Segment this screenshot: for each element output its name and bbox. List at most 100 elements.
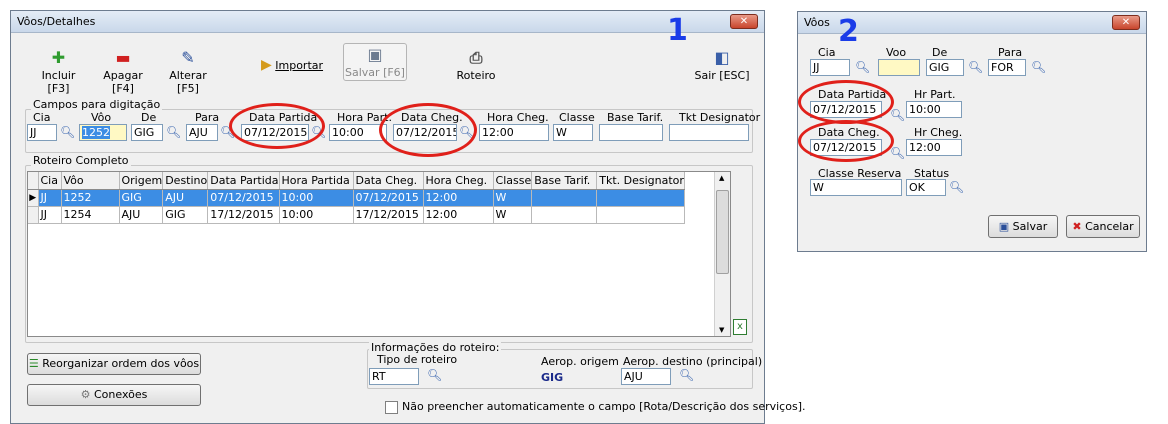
cia-input[interactable]: JJ — [27, 124, 57, 141]
tipo-roteiro-search-icon[interactable]: 🔍︎ — [427, 368, 442, 382]
aerop-destino-input[interactable]: AJU — [621, 368, 671, 385]
floppy-icon: ▣ — [367, 45, 383, 64]
base-tarif-input[interactable] — [599, 124, 663, 141]
hora-cheg-label: Hora Cheg. — [487, 111, 549, 124]
data-partida-calendar-icon-2[interactable]: 🔍︎ — [890, 108, 905, 122]
de-search-icon[interactable]: 🔍︎ — [166, 125, 181, 139]
status-search-icon-2[interactable]: 🔍︎ — [949, 180, 964, 194]
table-cell: GIG — [119, 189, 164, 207]
table-cell: AJU — [119, 206, 164, 224]
red-x-icon: ✖ — [1072, 220, 1082, 233]
data-cheg-calendar-icon-2[interactable]: 🔍︎ — [890, 146, 905, 160]
col-header[interactable]: Origem — [119, 172, 164, 190]
aerop-destino-search-icon[interactable]: 🔍︎ — [679, 368, 694, 382]
table-cell — [531, 189, 598, 207]
window-voos-detalhes: Vôos/Detalhes ✕ 1 ✚ Incluir [F3] ▬ Apaga… — [10, 10, 805, 424]
table-cell: W — [493, 206, 533, 224]
col-header[interactable]: Base Tarif. — [531, 172, 598, 190]
col-header[interactable]: Tkt. Designator — [596, 172, 685, 190]
table-cell: 1254 — [61, 206, 120, 224]
vertical-scrollbar[interactable]: ▲ ▼ — [714, 172, 730, 336]
table-cell — [596, 206, 685, 224]
window-title: Vôos/Detalhes — [17, 15, 96, 28]
table-row[interactable]: JJ 1254 AJU GIG 17/12/2015 10:00 17/12/2… — [28, 206, 685, 224]
voo-input-2[interactable] — [878, 59, 920, 76]
hr-part-input-2[interactable]: 10:00 — [906, 101, 962, 118]
col-header[interactable]: Classe — [493, 172, 533, 190]
connections-button[interactable]: ⚙ Conexões — [27, 384, 201, 406]
window-voos: Vôos ✕ 2 Cia JJ 🔍︎ Voo De GIG 🔍︎ Para FO… — [797, 11, 1147, 252]
col-header[interactable]: Vôo — [61, 172, 120, 190]
edit-button[interactable]: ✎ Alterar [F5] — [159, 47, 217, 95]
delete-button[interactable]: ▬ Apagar [F4] — [93, 47, 153, 95]
route-grid[interactable]: Cia Vôo Origem Destino Data Partida Hora… — [27, 171, 731, 337]
col-header[interactable]: Hora Cheg. — [423, 172, 494, 190]
col-header[interactable]: Destino — [162, 172, 209, 190]
tipo-roteiro-input[interactable]: RT — [369, 368, 419, 385]
cia-search-icon-2[interactable]: 🔍︎ — [855, 60, 870, 74]
cia-search-icon[interactable]: 🔍︎ — [60, 125, 75, 139]
reorganize-button[interactable]: ☰ Reorganizar ordem dos vôos — [27, 353, 201, 375]
reorder-icon: ☰ — [28, 357, 39, 370]
hora-cheg-input[interactable]: 12:00 — [479, 124, 549, 141]
include-button[interactable]: ✚ Incluir [F3] — [31, 47, 86, 95]
classe-label: Classe — [559, 111, 595, 124]
exit-button[interactable]: ◧ Sair [ESC] — [693, 47, 751, 82]
cia-label-2: Cia — [818, 46, 836, 59]
status-input-2[interactable]: OK — [906, 179, 946, 196]
para-input[interactable]: AJU — [186, 124, 218, 141]
printer-icon: ⎙ — [469, 48, 483, 67]
scroll-up-arrow[interactable]: ▲ — [719, 174, 724, 182]
para-label-2: Para — [998, 46, 1023, 59]
minus-icon: ▬ — [115, 48, 131, 67]
close-button[interactable]: ✕ — [730, 14, 758, 29]
annotation-number-2: 2 — [838, 14, 859, 49]
import-button[interactable]: ▶ Importar — [259, 57, 325, 73]
table-cell: 10:00 — [279, 206, 354, 224]
red-highlight-circle-4 — [798, 120, 894, 162]
plus-icon: ✚ — [51, 48, 66, 67]
hr-part-label-2: Hr Part. — [914, 88, 956, 101]
tkt-designator-input[interactable] — [669, 124, 749, 141]
close-button-2[interactable]: ✕ — [1112, 15, 1140, 30]
para-input-2[interactable]: FOR — [988, 59, 1026, 76]
red-highlight-circle-2 — [379, 103, 477, 157]
voo-label-2: Voo — [886, 46, 907, 59]
table-row[interactable]: ▶ JJ 1252 GIG AJU 07/12/2015 10:00 07/12… — [28, 189, 685, 207]
auto-fill-checkbox-label: Não preencher automaticamente o campo [R… — [402, 400, 806, 413]
auto-fill-checkbox[interactable] — [385, 401, 398, 414]
scroll-thumb[interactable] — [716, 190, 729, 274]
col-header[interactable]: Data Partida — [207, 172, 280, 190]
save-button-2[interactable]: ▣ Salvar — [988, 215, 1058, 238]
col-header[interactable]: Hora Partida — [279, 172, 354, 190]
scroll-down-arrow[interactable]: ▼ — [719, 326, 724, 334]
save-button[interactable]: ▣ Salvar [F6] — [343, 43, 407, 81]
fields-group-label: Campos para digitação — [31, 98, 163, 111]
cia-input-2[interactable]: JJ — [810, 59, 850, 76]
aerop-origem-value: GIG — [541, 371, 564, 384]
de-input[interactable]: GIG — [131, 124, 163, 141]
excel-export-icon[interactable]: x — [733, 319, 747, 335]
aerop-origem-label: Aerop. origem — [541, 355, 619, 368]
hr-cheg-input-2[interactable]: 12:00 — [906, 139, 962, 156]
row-pointer-icon: ▶ — [28, 189, 39, 207]
col-header[interactable]: Data Cheg. — [353, 172, 424, 190]
title-bar: Vôos/Detalhes ✕ — [11, 11, 764, 33]
col-header[interactable]: Cia — [38, 172, 62, 190]
table-cell: 07/12/2015 — [207, 189, 280, 207]
de-input-2[interactable]: GIG — [926, 59, 964, 76]
annotation-number: 1 — [667, 13, 688, 48]
import-icon: ▶ — [260, 57, 272, 73]
pencil-icon: ✎ — [181, 48, 195, 67]
table-cell: JJ — [38, 189, 62, 207]
floppy-icon-2: ▣ — [998, 220, 1010, 233]
voo-input[interactable]: 1252 — [79, 124, 127, 141]
table-cell: 17/12/2015 — [207, 206, 280, 224]
route-button[interactable]: ⎙ Roteiro — [451, 47, 501, 82]
de-search-icon-2[interactable]: 🔍︎ — [968, 60, 983, 74]
para-search-icon-2[interactable]: 🔍︎ — [1031, 60, 1046, 74]
tkt-designator-label: Tkt Designator — [679, 111, 761, 124]
classe-input[interactable]: W — [553, 124, 593, 141]
classe-reserva-input-2[interactable]: W — [810, 179, 902, 196]
cancel-button-2[interactable]: ✖ Cancelar — [1066, 215, 1140, 238]
